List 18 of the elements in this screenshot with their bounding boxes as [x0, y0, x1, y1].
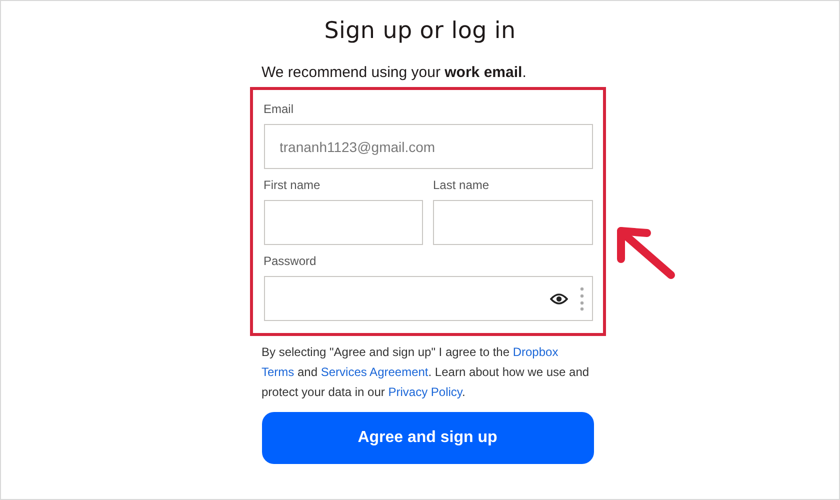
- page-title: Sign up or log in: [324, 18, 516, 44]
- last-name-label: Last name: [433, 178, 490, 192]
- legal-link[interactable]: Services Agreement: [320, 365, 428, 379]
- show-password-icon[interactable]: [550, 292, 568, 304]
- legal-link[interactable]: Dropbox: [512, 345, 558, 359]
- first-name-field[interactable]: [264, 200, 423, 245]
- first-name-label: First name: [264, 178, 322, 192]
- last-name-field[interactable]: [433, 200, 592, 245]
- more-icon[interactable]: [580, 286, 584, 310]
- legal-link[interactable]: Terms: [262, 365, 294, 379]
- password-field[interactable]: [264, 276, 592, 321]
- email-label: Email: [264, 102, 295, 116]
- legal-text: By selecting "Agree and sign up" I agree to the Dropbox Terms and Services Agreement. Learn about how we use and protect your data in our Privacy Policy.: [262, 344, 590, 401]
- agree-and-sign-up-button[interactable]: Agree and sign up: [262, 412, 594, 464]
- legal-link[interactable]: Privacy Policy: [388, 385, 462, 399]
- recommendation-text: We recommend using your work email.: [262, 64, 528, 81]
- password-label: Password: [264, 254, 318, 268]
- email-field[interactable]: trananh1123@gmail.com: [264, 124, 592, 169]
